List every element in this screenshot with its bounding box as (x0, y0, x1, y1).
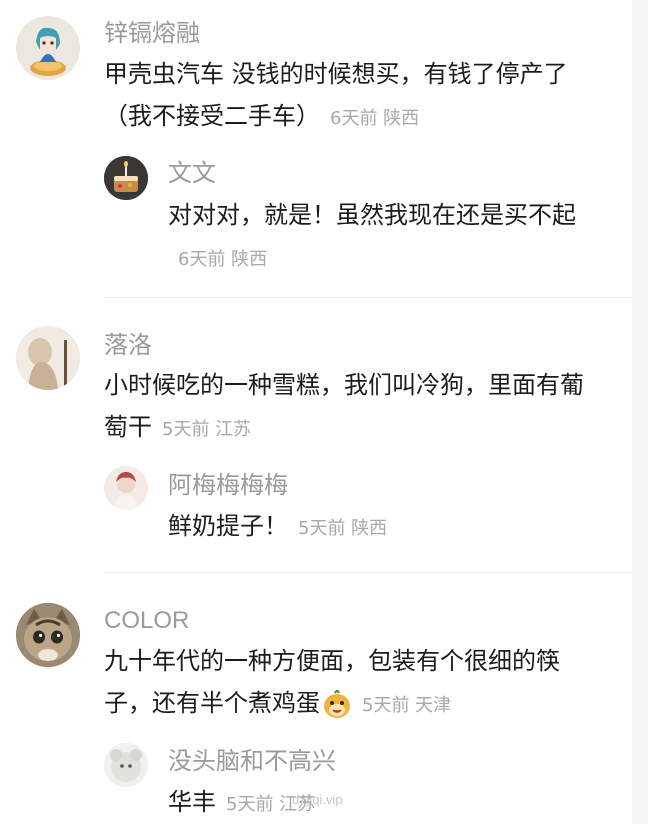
reply-body: 华丰 5天前 江苏 (168, 781, 598, 826)
reply-text: 对对对，就是！虽然我现在还是买不起 (168, 201, 576, 229)
comment-meta: 5天前 江苏 (162, 419, 252, 440)
thread-divider (104, 297, 632, 298)
reply-meta: 5天前 陕西 (298, 518, 388, 539)
reply-body: 鲜奶提子！ 5天前 陕西 (168, 505, 598, 550)
user-avatar-sculpture[interactable] (16, 326, 80, 390)
reply-avatar-doll[interactable] (104, 466, 148, 510)
watermark: dajiqi.vip (292, 792, 343, 807)
user-avatar-cat[interactable] (16, 603, 80, 667)
commenter-name[interactable]: 锌镉熔融 (104, 18, 200, 48)
reply-name[interactable]: 没头脑和不高兴 (168, 746, 336, 776)
comment-body: 九十年代的一种方便面，包装有个很细的筷子，还有半个煮鸡蛋 5天前 天津 (104, 640, 604, 727)
reply-name[interactable]: 文文 (168, 158, 216, 188)
reply-avatar-plush[interactable] (104, 743, 148, 787)
reply-body: 对对对，就是！虽然我现在还是买不起 6天前 陕西 (168, 194, 598, 281)
comment-meta: 5天前 天津 (362, 695, 452, 716)
comment-meta: 6天前 陕西 (330, 108, 420, 129)
user-avatar-figurine[interactable] (16, 16, 80, 80)
reply-meta: 6天前 陕西 (178, 249, 268, 270)
hamster-emoji-icon (324, 690, 350, 718)
thread-divider (104, 572, 632, 573)
comment-thread: 落洛 小时候吃的一种雪糕，我们叫冷狗，里面有葡萄干 5天前 江苏 阿梅梅梅梅 鲜奶… (0, 300, 632, 575)
reply-text: 鲜奶提子！ (168, 512, 288, 540)
reply-name[interactable]: 阿梅梅梅梅 (168, 470, 288, 500)
commenter-name[interactable]: 落洛 (104, 330, 152, 360)
comment-thread: COLOR 九十年代的一种方便面，包装有个很细的筷子，还有半个煮鸡蛋 5天前 天… (0, 575, 632, 824)
reply-avatar-cake[interactable] (104, 156, 148, 200)
comment-body: 甲壳虫汽车 没钱的时候想买，有钱了停产了（我不接受二手车） 6天前 陕西 (104, 53, 604, 140)
comment-body: 小时候吃的一种雪糕，我们叫冷狗，里面有葡萄干 5天前 江苏 (104, 364, 604, 451)
scrollbar-track[interactable] (632, 0, 648, 824)
commenter-name[interactable]: COLOR (104, 606, 189, 636)
reply-text: 华丰 (168, 788, 216, 816)
comment-thread: 锌镉熔融 甲壳虫汽车 没钱的时候想买，有钱了停产了（我不接受二手车） 6天前 陕西… (0, 0, 632, 300)
